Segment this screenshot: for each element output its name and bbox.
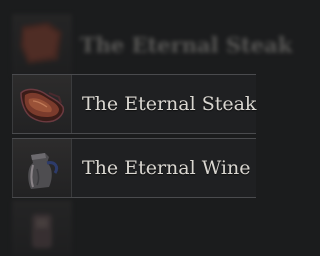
inventory-item-eternal-steak-faded[interactable]: The Eternal Steak <box>12 14 292 76</box>
inventory-item-eternal-steak[interactable]: The Eternal Steak <box>12 74 256 134</box>
inventory-list: The Eternal Steak The Eternal Steak The … <box>0 0 292 256</box>
item-icon-tile <box>12 14 72 76</box>
wine-jug-icon <box>28 153 59 189</box>
item-name: The Eternal Steak <box>80 32 293 58</box>
unknown-item-icon <box>32 214 52 248</box>
item-name: The Eternal Wine <box>82 157 251 179</box>
inventory-item-faded[interactable] <box>12 200 256 256</box>
steak-icon <box>20 88 65 123</box>
item-icon-tile <box>12 139 72 197</box>
steak-icon <box>20 22 62 64</box>
item-name: The Eternal Steak <box>82 93 257 115</box>
item-icon-tile <box>12 75 72 133</box>
item-icon-tile <box>12 200 72 256</box>
inventory-item-eternal-wine[interactable]: The Eternal Wine <box>12 138 256 198</box>
